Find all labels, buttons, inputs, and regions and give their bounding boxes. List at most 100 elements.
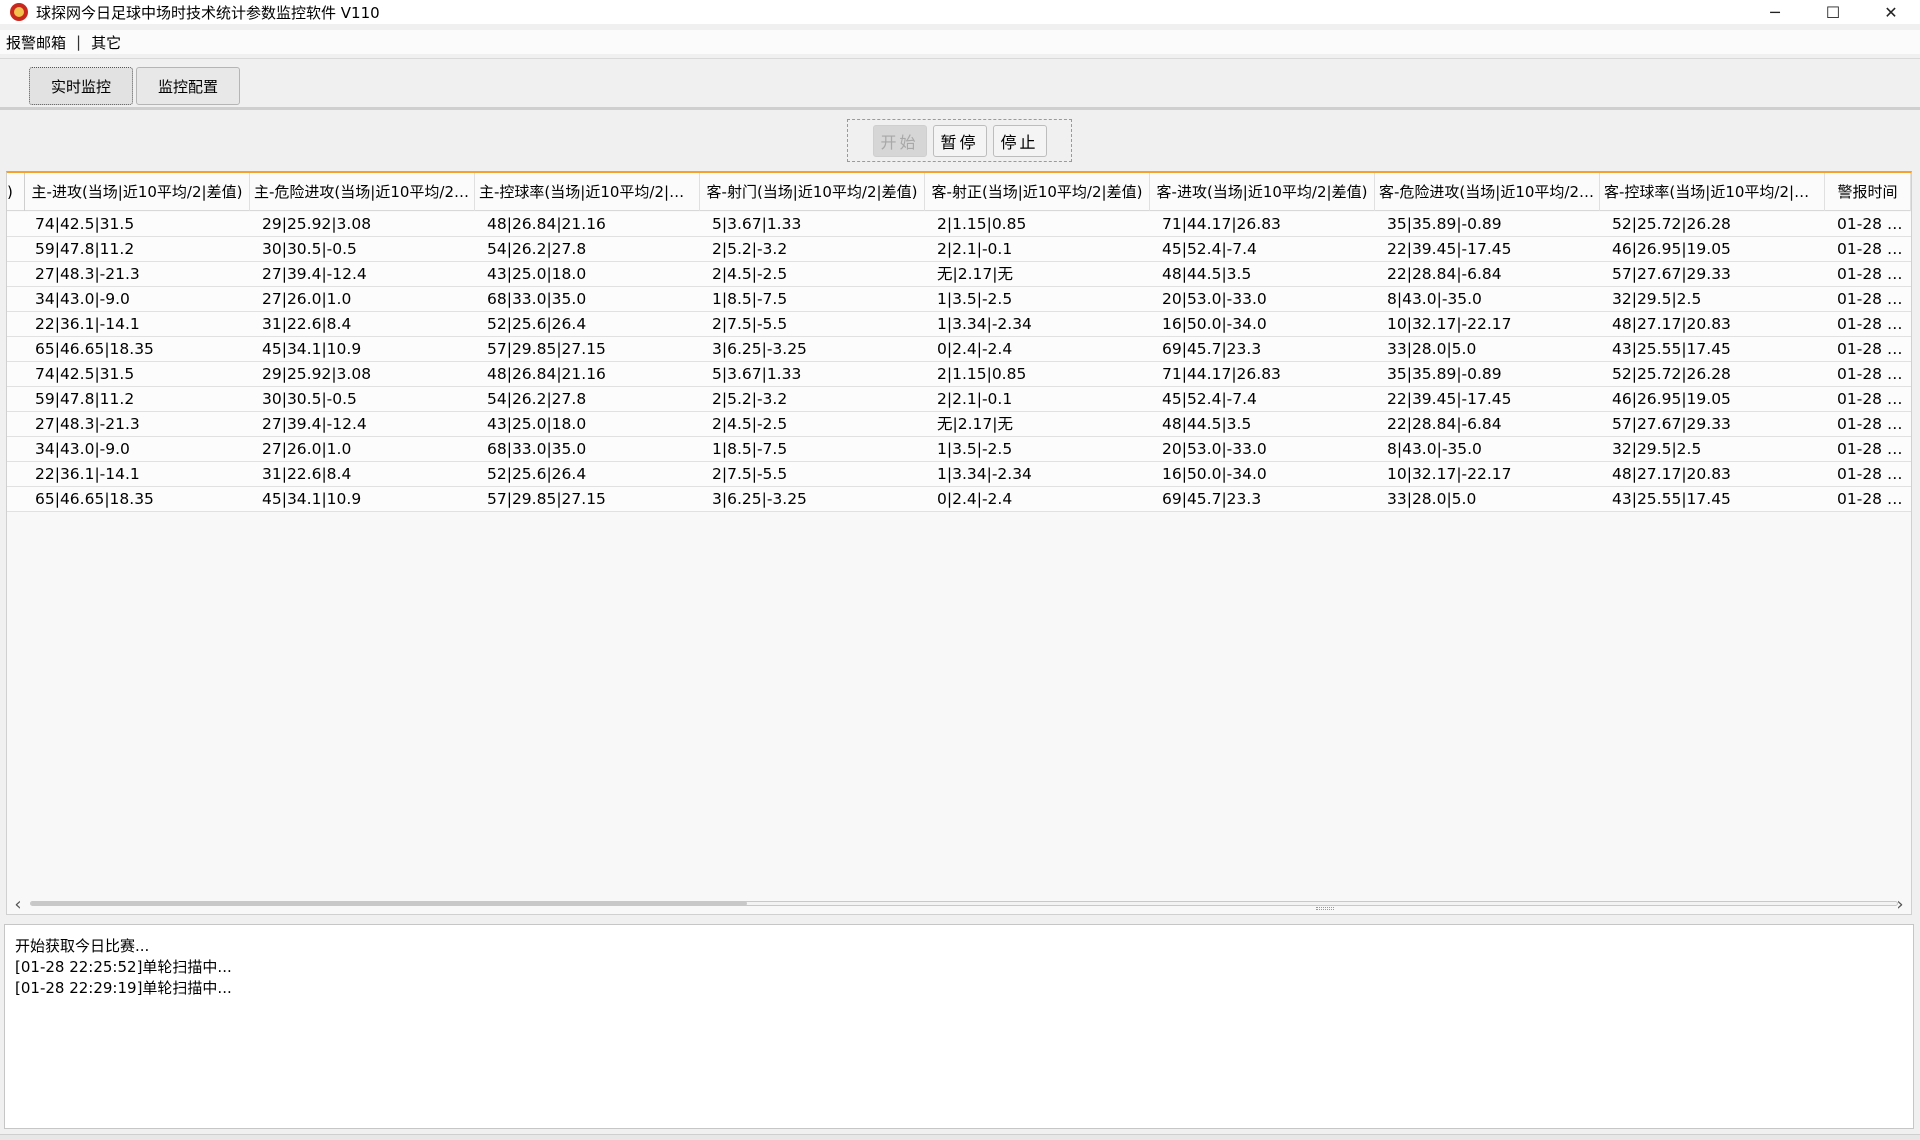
column-header[interactable]: 客-射门(当场|近10平均/2|差值) bbox=[700, 173, 925, 211]
table-cell: 65|46.65|18.35 bbox=[35, 340, 154, 358]
chevron-right-icon: › bbox=[1896, 893, 1904, 915]
table-row[interactable]: 65|46.65|18.35 45|34.1|10.9 57|29.85|27.15… bbox=[7, 337, 1911, 362]
log-output[interactable]: 开始获取今日比赛... [01-28 22:25:52]单轮扫描中... [01-2… bbox=[4, 924, 1914, 1129]
column-header[interactable]: 客-控球率(当场|近10平均/2|差值) bbox=[1600, 173, 1825, 211]
table-cell: 1|8.5|-7.5 bbox=[712, 290, 788, 308]
table-cell: 54|26.2|27.8 bbox=[487, 390, 587, 408]
table-cell: 30|30.5|-0.5 bbox=[262, 390, 357, 408]
table-cell: 69|45.7|23.3 bbox=[1162, 340, 1262, 358]
table-cell: 01-28 22:... bbox=[1837, 390, 1911, 408]
table-row[interactable]: 22|36.1|-14.1 31|22.6|8.4 52|25.6|26.4 2|7.… bbox=[7, 462, 1911, 487]
minimize-button[interactable]: ─ bbox=[1746, 0, 1804, 24]
table-cell: 45|34.1|10.9 bbox=[262, 490, 362, 508]
window-title: 球探网今日足球中场时技术统计参数监控软件 V110 bbox=[36, 3, 380, 22]
stop-button[interactable]: 停止 bbox=[992, 124, 1047, 157]
table-row[interactable]: 22|36.1|-14.1 31|22.6|8.4 52|25.6|26.4 2|7.… bbox=[7, 312, 1911, 337]
close-button[interactable]: ✕ bbox=[1862, 0, 1920, 24]
table-cell: 31|22.6|8.4 bbox=[262, 465, 352, 483]
table-row[interactable]: 74|42.5|31.5 29|25.92|3.08 48|26.84|21.16 5… bbox=[7, 362, 1911, 387]
table-cell: 2|5.2|-3.2 bbox=[712, 240, 788, 258]
table-cell: 32|29.5|2.5 bbox=[1612, 440, 1702, 458]
column-header[interactable]: 主-危险进攻(当场|近10平均/2|差值) bbox=[250, 173, 475, 211]
table-cell: 45|34.1|10.9 bbox=[262, 340, 362, 358]
table-cell: 48|26.84|21.16 bbox=[487, 365, 606, 383]
tab-realtime-monitor[interactable]: 实时监控 bbox=[29, 67, 133, 105]
column-header[interactable]: 警报时间 bbox=[1825, 173, 1911, 211]
table-cell: 34|43.0|-9.0 bbox=[35, 440, 130, 458]
table-cell: 2|1.15|0.85 bbox=[937, 215, 1027, 233]
table-row[interactable]: 34|43.0|-9.0 27|26.0|1.0 68|33.0|35.0 1|8.5… bbox=[7, 287, 1911, 312]
table-cell: 01-28 22:... bbox=[1837, 265, 1911, 283]
table-cell: 16|50.0|-34.0 bbox=[1162, 315, 1267, 333]
column-header[interactable]: 客-危险进攻(当场|近10平均/2|差值) bbox=[1375, 173, 1600, 211]
log-line: [01-28 22:25:52]单轮扫描中... bbox=[15, 958, 232, 976]
table-cell: 27|26.0|1.0 bbox=[262, 290, 352, 308]
table-cell: 57|27.67|29.33 bbox=[1612, 415, 1731, 433]
scroll-thumb[interactable] bbox=[31, 901, 747, 906]
table-cell: 48|27.17|20.83 bbox=[1612, 315, 1731, 333]
table-row[interactable]: 74|42.5|31.5 29|25.92|3.08 48|26.84|21.16 5… bbox=[7, 212, 1911, 237]
resize-grip-icon[interactable] bbox=[1316, 907, 1334, 910]
table-cell: 57|29.85|27.15 bbox=[487, 490, 606, 508]
column-header[interactable]: 客-进攻(当场|近10平均/2|差值) bbox=[1150, 173, 1375, 211]
table-cell: 45|52.4|-7.4 bbox=[1162, 240, 1257, 258]
column-header[interactable]: ) bbox=[7, 173, 25, 211]
table-row[interactable]: 27|48.3|-21.3 27|39.4|-12.4 43|25.0|18.0 2|… bbox=[7, 412, 1911, 437]
table-cell: 5|3.67|1.33 bbox=[712, 365, 802, 383]
maximize-button[interactable]: ☐ bbox=[1804, 0, 1862, 24]
table-cell: 01-28 22:... bbox=[1837, 215, 1911, 233]
table-cell: 65|46.65|18.35 bbox=[35, 490, 154, 508]
table-cell: 22|39.45|-17.45 bbox=[1387, 240, 1512, 258]
table-cell: 48|26.84|21.16 bbox=[487, 215, 606, 233]
table-row[interactable]: 27|48.3|-21.3 27|39.4|-12.4 43|25.0|18.0 2|… bbox=[7, 262, 1911, 287]
menu-item-alert-email[interactable]: 报警邮箱 bbox=[4, 32, 68, 53]
table-cell: 01-28 22:... bbox=[1837, 315, 1911, 333]
table-cell: 01-28 22:... bbox=[1837, 490, 1911, 508]
table-cell: 01-28 22:... bbox=[1837, 340, 1911, 358]
maximize-icon: ☐ bbox=[1825, 2, 1841, 22]
table-cell: 2|5.2|-3.2 bbox=[712, 390, 788, 408]
scroll-track[interactable] bbox=[30, 901, 1898, 906]
table-cell: 27|26.0|1.0 bbox=[262, 440, 352, 458]
table-cell: 2|1.15|0.85 bbox=[937, 365, 1027, 383]
soccer-ball-icon bbox=[10, 3, 28, 21]
table-cell: 22|28.84|-6.84 bbox=[1387, 265, 1502, 283]
table-cell: 68|33.0|35.0 bbox=[487, 290, 587, 308]
pause-button[interactable]: 暂停 bbox=[932, 124, 987, 157]
table-cell: 01-28 22:... bbox=[1837, 465, 1911, 483]
chevron-left-icon: ‹ bbox=[14, 893, 22, 915]
menu-item-other[interactable]: 其它 bbox=[89, 32, 123, 53]
table-cell: 2|4.5|-2.5 bbox=[712, 415, 788, 433]
table-cell: 48|44.5|3.5 bbox=[1162, 265, 1252, 283]
column-header[interactable]: 主-进攻(当场|近10平均/2|差值) bbox=[25, 173, 250, 211]
table-cell: 1|3.5|-2.5 bbox=[937, 290, 1013, 308]
table-cell: 34|43.0|-9.0 bbox=[35, 290, 130, 308]
scroll-left-button[interactable]: ‹ bbox=[8, 893, 28, 915]
scroll-right-button[interactable]: › bbox=[1890, 893, 1910, 915]
table-cell: 52|25.72|26.28 bbox=[1612, 365, 1731, 383]
table-cell: 1|3.34|-2.34 bbox=[937, 465, 1032, 483]
table-row[interactable]: 65|46.65|18.35 45|34.1|10.9 57|29.85|27.15… bbox=[7, 487, 1911, 512]
table-cell: 01-28 22:... bbox=[1837, 415, 1911, 433]
table-cell: 74|42.5|31.5 bbox=[35, 365, 135, 383]
table-cell: 43|25.0|18.0 bbox=[487, 265, 587, 283]
table-cell: 5|3.67|1.33 bbox=[712, 215, 802, 233]
table-row[interactable]: 59|47.8|11.2 30|30.5|-0.5 54|26.2|27.8 2|5.… bbox=[7, 237, 1911, 262]
table-cell: 31|22.6|8.4 bbox=[262, 315, 352, 333]
tab-monitor-config[interactable]: 监控配置 bbox=[136, 67, 240, 105]
table-cell: 35|35.89|-0.89 bbox=[1387, 365, 1502, 383]
table-cell: 27|48.3|-21.3 bbox=[35, 415, 140, 433]
table-cell: 01-28 22:... bbox=[1837, 290, 1911, 308]
table-row[interactable]: 34|43.0|-9.0 27|26.0|1.0 68|33.0|35.0 1|8.5… bbox=[7, 437, 1911, 462]
table-row[interactable]: 59|47.8|11.2 30|30.5|-0.5 54|26.2|27.8 2|5.… bbox=[7, 387, 1911, 412]
horizontal-scrollbar[interactable]: ‹ › bbox=[6, 893, 1912, 915]
grid-header: ) 主-进攻(当场|近10平均/2|差值) 主-危险进攻(当场|近10平均/2|差值… bbox=[7, 173, 1911, 211]
column-header[interactable]: 客-射正(当场|近10平均/2|差值) bbox=[925, 173, 1150, 211]
table-cell: 35|35.89|-0.89 bbox=[1387, 215, 1502, 233]
start-button[interactable]: 开始 bbox=[872, 124, 927, 157]
table-cell: 22|36.1|-14.1 bbox=[35, 465, 140, 483]
column-header[interactable]: 主-控球率(当场|近10平均/2|差值) bbox=[475, 173, 700, 211]
window-controls: ─ ☐ ✕ bbox=[1746, 0, 1920, 24]
data-grid[interactable]: ) 主-进攻(当场|近10平均/2|差值) 主-危险进攻(当场|近10平均/2|差值… bbox=[6, 171, 1912, 915]
table-cell: 59|47.8|11.2 bbox=[35, 240, 135, 258]
